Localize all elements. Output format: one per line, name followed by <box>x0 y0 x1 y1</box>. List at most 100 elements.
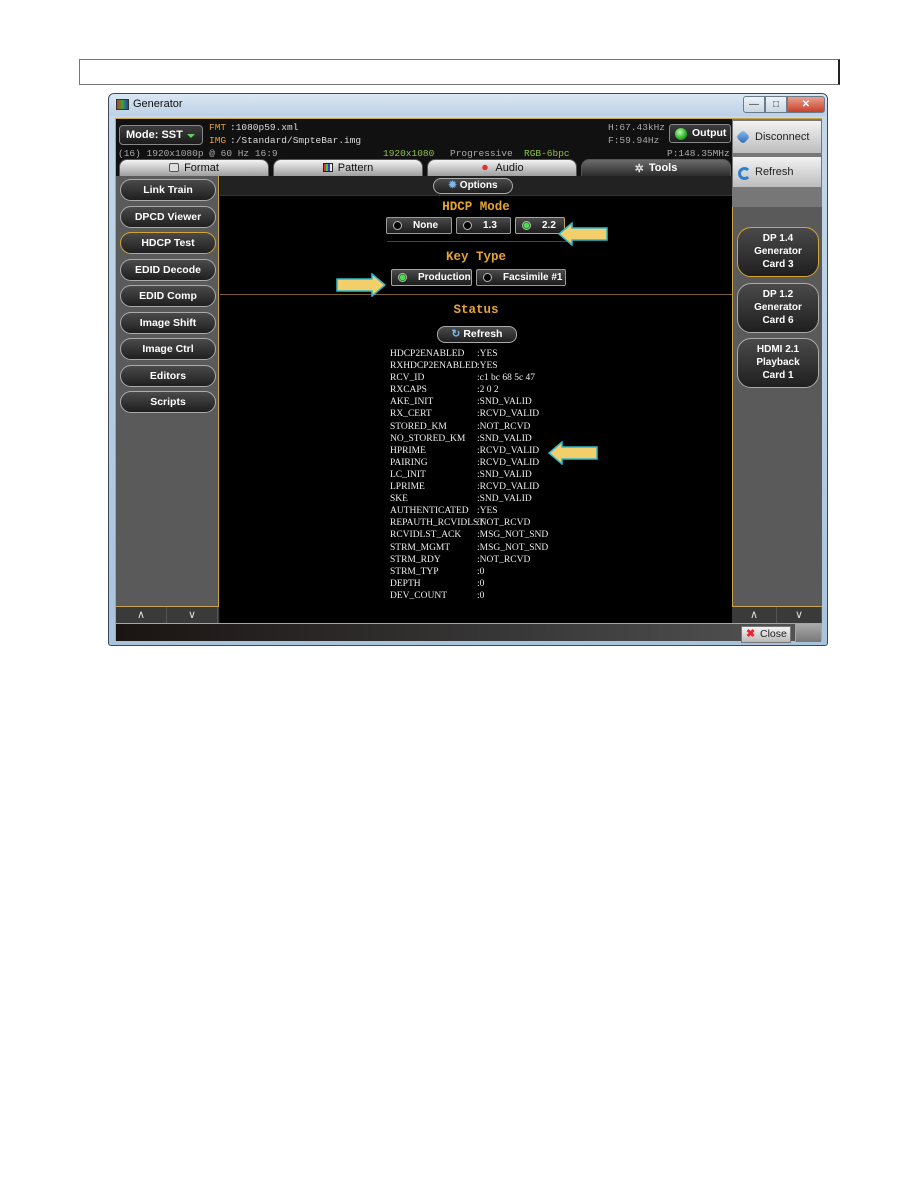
status-value: :0 <box>477 578 485 589</box>
hdcp-mode-1-3-radio[interactable]: 1.3 <box>456 217 511 234</box>
status-key: HPRIME <box>390 445 426 456</box>
sidebar-item-dpcd-viewer[interactable]: DPCD Viewer <box>120 206 216 228</box>
status-row: REPAUTH_RCVIDLST:NOT_RCVD <box>390 517 548 529</box>
status-value: :RCVD_VALID <box>477 482 540 493</box>
status-row: LC_INIT:SND_VALID <box>390 469 548 481</box>
chevron-down-icon <box>187 134 195 138</box>
title-bar[interactable]: Generator — □ ✕ <box>109 94 827 116</box>
status-row: RCV_ID:c1 bc 68 5c 47 <box>390 372 548 384</box>
tab-tools-label: Tools <box>648 162 678 174</box>
status-key: SKE <box>390 494 408 505</box>
card-line: Playback <box>756 357 800 368</box>
status-value: :NOT_RCVD <box>477 421 531 432</box>
sidebar-item-edid-decode[interactable]: EDID Decode <box>120 259 216 281</box>
sidebar-item-hdcp-test[interactable]: HDCP Test <box>120 232 216 254</box>
sidebar-scroll-up-button[interactable]: ∧ <box>116 607 167 623</box>
status-value: :0 <box>477 590 485 601</box>
sidebar-scroll-controls: ∧ ∨ <box>116 606 219 623</box>
plug-icon <box>735 129 751 145</box>
card-line: Generator <box>754 302 802 313</box>
status-key: HDCP2ENABLED <box>390 349 465 359</box>
app-client-area: Mode: SST FMT :1080p59.xml IMG :/Standar… <box>115 118 822 643</box>
sidebar-item-edid-comp[interactable]: EDID Comp <box>120 285 216 307</box>
annotation-arrow-left <box>558 222 608 246</box>
maximize-button[interactable]: □ <box>765 96 787 113</box>
refresh-icon <box>738 167 751 180</box>
radio-selected-icon <box>398 273 407 282</box>
hdcp-mode-none-radio[interactable]: None <box>386 217 452 234</box>
radio-indicator-icon <box>463 221 472 230</box>
refresh-connection-button[interactable]: Refresh <box>733 157 821 187</box>
annotation-arrow-left <box>548 441 598 465</box>
sidebar-scroll-down-button[interactable]: ∨ <box>167 607 218 623</box>
tab-format[interactable]: Format <box>119 159 269 176</box>
sidebar-item-image-ctrl[interactable]: Image Ctrl <box>120 338 216 360</box>
h-freq-text: H:67.43kHz <box>608 122 666 133</box>
status-value: :MSG_NOT_SND <box>477 530 549 541</box>
status-value: :RCVD_VALID <box>477 445 540 456</box>
close-button[interactable]: ✖ Close <box>741 626 791 643</box>
radio-indicator-icon <box>393 221 402 230</box>
section-divider <box>387 241 570 242</box>
resize-grip[interactable] <box>795 624 821 642</box>
status-key: STRM_TYP <box>390 566 439 577</box>
status-row: HDCP2ENABLED :YES <box>390 348 548 360</box>
status-value: :2 0 2 <box>477 385 499 396</box>
options-button[interactable]: ✹ Options <box>433 178 513 194</box>
key-type-facsimile-radio[interactable]: Facsimile #1 <box>476 269 566 286</box>
mode-dropdown[interactable]: Mode: SST <box>119 125 203 145</box>
connection-panel: Disconnect Refresh <box>732 119 822 207</box>
card-dp14-generator[interactable]: DP 1.4 Generator Card 3 <box>737 227 819 277</box>
status-value: :RCVD_VALID <box>477 409 540 420</box>
status-key: STRM_MGMT <box>390 542 451 553</box>
status-key: RXHDCP2ENABLED <box>390 361 478 372</box>
card-scroll-up-button[interactable]: ∧ <box>732 607 777 623</box>
status-row: DEV_COUNT:0 <box>390 590 548 602</box>
fmt-value: :1080p59.xml <box>230 122 299 133</box>
disconnect-label: Disconnect <box>755 131 810 143</box>
status-key: LC_INIT <box>390 469 426 480</box>
device-card-list: DP 1.4 Generator Card 3 DP 1.2 Generator… <box>732 207 822 623</box>
hdcp-mode-title: HDCP Mode <box>442 200 510 214</box>
status-row: SKE:SND_VALID <box>390 493 548 505</box>
status-key: PAIRING <box>390 457 428 468</box>
radio-selected-icon <box>522 221 531 230</box>
output-button[interactable]: Output <box>669 124 731 143</box>
status-key: RXCAPS <box>390 385 427 396</box>
annotation-arrow-right <box>336 273 386 297</box>
f-freq-text: F:59.94Hz <box>608 135 660 146</box>
card-hdmi21-playback[interactable]: HDMI 2.1 Playback Card 1 <box>737 338 819 388</box>
sidebar-item-scripts[interactable]: Scripts <box>120 391 216 413</box>
status-row: RCVIDLST_ACK:MSG_NOT_SND <box>390 529 548 541</box>
radio-label: None <box>413 220 438 231</box>
tab-audio[interactable]: Audio <box>427 159 577 176</box>
tab-audio-label: Audio <box>495 162 524 174</box>
close-window-button[interactable]: ✕ <box>787 96 825 113</box>
status-row: STRM_RDY:NOT_RCVD <box>390 554 548 566</box>
fmt-label: FMT <box>209 122 227 133</box>
minimize-button[interactable]: — <box>743 96 765 113</box>
key-type-production-radio[interactable]: Production <box>391 269 472 286</box>
disconnect-button[interactable]: Disconnect <box>733 121 821 153</box>
sidebar-item-link-train[interactable]: Link Train <box>120 179 216 201</box>
status-value: :MSG_NOT_SND <box>477 542 549 553</box>
card-scroll-down-button[interactable]: ∨ <box>777 607 822 623</box>
status-row: PAIRING:RCVD_VALID <box>390 457 548 469</box>
status-row: RX_CERT:RCVD_VALID <box>390 408 548 420</box>
tab-bar: Format Pattern Audio ✲ Tools <box>116 159 731 176</box>
status-refresh-button[interactable]: ↻ Refresh <box>437 326 517 343</box>
status-key: AKE_INIT <box>390 397 434 408</box>
tab-tools[interactable]: ✲ Tools <box>581 159 731 176</box>
img-value: :/Standard/SmpteBar.img <box>230 135 362 146</box>
card-dp12-generator[interactable]: DP 1.2 Generator Card 6 <box>737 283 819 333</box>
status-key: NO_STORED_KM <box>390 433 466 444</box>
status-row: LPRIME:RCVD_VALID <box>390 481 548 493</box>
tab-pattern[interactable]: Pattern <box>273 159 423 176</box>
status-row: STORED_KM:NOT_RCVD <box>390 421 548 433</box>
status-value: :YES <box>477 349 498 359</box>
sidebar-item-image-shift[interactable]: Image Shift <box>120 312 216 334</box>
app-icon <box>116 99 129 110</box>
sidebar-item-editors[interactable]: Editors <box>120 365 216 387</box>
mode-label: Mode: SST <box>126 129 183 141</box>
status-value: :SND_VALID <box>477 397 532 408</box>
